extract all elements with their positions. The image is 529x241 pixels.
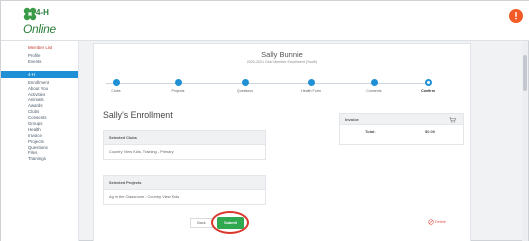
sidebar: Member List Profile Events 4-H Enrollmen…: [1, 41, 79, 241]
selected-projects-value: Ag in the Classroom - Country View Kids: [109, 194, 180, 199]
invoice-total-label: Total:: [365, 129, 376, 134]
step-health-form[interactable]: Health Form: [286, 79, 336, 93]
invoice-total-row: Total: $0.00: [340, 125, 463, 139]
step-label: Consents: [366, 89, 382, 93]
invoice-header: Invoice: [340, 114, 463, 125]
page-title: Sally's Enrollment: [103, 110, 173, 120]
step-dot: [424, 79, 432, 86]
selected-clubs-value: Country View Kids, Training - Primary: [109, 149, 174, 154]
step-label: Questions: [236, 89, 254, 93]
step-questions[interactable]: Questions: [220, 79, 270, 93]
clover-icon: H: [23, 7, 37, 21]
student-name: Sally Bunnie: [261, 50, 303, 59]
delete-label: Delete: [435, 220, 446, 224]
step-label: Projects: [171, 89, 185, 93]
scrollbar[interactable]: [522, 41, 528, 241]
selected-projects-heading: Selected Projects: [104, 176, 265, 190]
invoice-heading: Invoice: [345, 117, 359, 122]
logo-h-text: 4-H: [36, 8, 49, 17]
step-confirm[interactable]: Confirm: [403, 79, 453, 93]
app-logo[interactable]: H 4-H Online: [23, 7, 63, 37]
sidebar-nav: Profile Events 4-H Enrollment About You …: [1, 53, 78, 162]
logo-name-text: Online: [23, 22, 56, 36]
step-clubs[interactable]: Clubs: [91, 79, 141, 93]
selected-clubs-panel: Selected Clubs Country View Kids, Traini…: [103, 130, 266, 160]
step-label: Clubs: [111, 89, 121, 93]
app-window: H 4-H Online Member List Profile Events …: [0, 0, 529, 241]
selected-projects-panel: Selected Projects Ag in the Classroom - …: [103, 175, 266, 205]
scrollbar-thumb[interactable]: [523, 55, 527, 91]
step-consents[interactable]: Consents: [349, 79, 399, 93]
step-dot: [112, 79, 120, 86]
submit-highlight-circle: [211, 211, 249, 234]
sidebar-item-trainings[interactable]: Trainings: [1, 156, 78, 162]
back-button[interactable]: Back: [190, 218, 213, 228]
member-list-link[interactable]: Member List: [1, 44, 78, 51]
selected-clubs-heading: Selected Clubs: [104, 131, 265, 145]
step-dot: [307, 79, 315, 86]
step-label: Confirm: [421, 89, 435, 93]
enrollment-panel: Sally Bunnie 2020-2021 Club Member Enrol…: [93, 43, 471, 241]
svg-text:H: H: [28, 12, 32, 18]
alert-icon: [515, 12, 517, 20]
step-label: Health Form: [301, 89, 321, 93]
cart-icon: [449, 117, 456, 123]
sidebar-item-4h[interactable]: 4-H: [1, 70, 78, 78]
top-bar: H 4-H Online: [1, 1, 529, 41]
step-dot: [370, 79, 378, 86]
step-projects[interactable]: Projects: [153, 79, 203, 93]
invoice-panel: Invoice Total: $0.00: [339, 113, 464, 145]
step-dot: [241, 79, 249, 86]
step-dot: [174, 79, 182, 86]
delete-link[interactable]: Delete: [428, 219, 446, 225]
delete-icon: [428, 219, 434, 225]
invoice-total-value: $0.00: [425, 129, 436, 134]
enrollment-subtitle: 2020-2021 Club Member Enrollment (Youth): [246, 60, 318, 64]
alert-button[interactable]: [509, 9, 523, 23]
